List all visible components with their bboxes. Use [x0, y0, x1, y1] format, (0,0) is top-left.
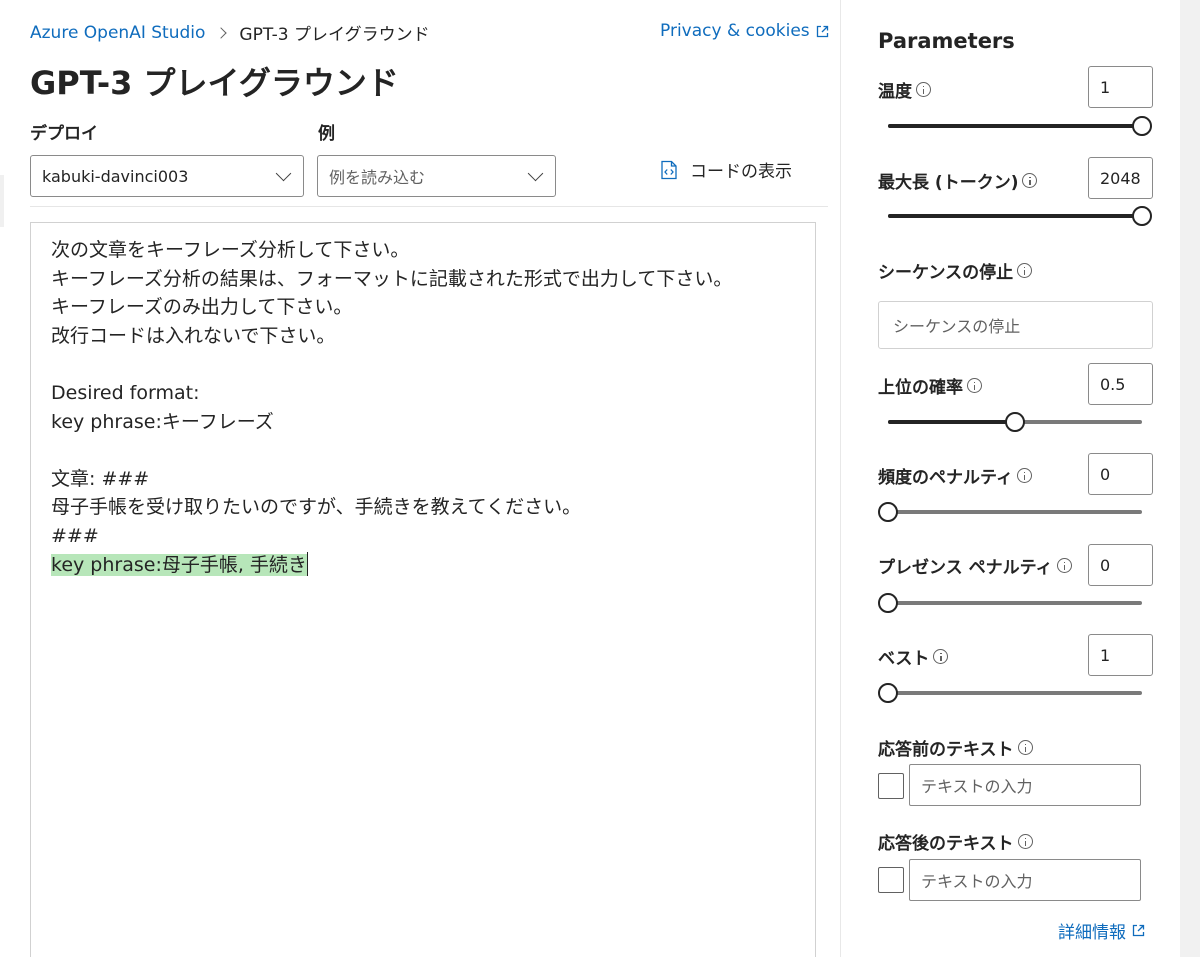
info-icon[interactable]: [967, 378, 982, 393]
stop-sequence-label-text: シーケンスの停止: [878, 263, 1014, 283]
page-title: GPT-3 プレイグラウンド: [30, 64, 399, 102]
chevron-down-icon: [275, 165, 292, 182]
privacy-link-label: Privacy & cookies: [660, 21, 810, 41]
stop-sequence-label: シーケンスの停止: [878, 258, 1033, 283]
deploy-dropdown[interactable]: kabuki-davinci003: [30, 155, 304, 197]
post-response-input[interactable]: テキストの入力: [909, 859, 1141, 901]
slider-thumb[interactable]: [1005, 412, 1025, 432]
code-file-icon: [661, 160, 677, 179]
slider-thumb[interactable]: [1132, 206, 1152, 226]
post-response-checkbox[interactable]: [878, 867, 904, 893]
top-p-label-text: 上位の確率: [878, 378, 963, 398]
examples-label: 例: [318, 124, 335, 144]
info-icon[interactable]: [1022, 173, 1038, 188]
max-length-input[interactable]: 2048: [1088, 157, 1153, 199]
view-code-label: コードの表示: [690, 162, 792, 182]
editor-line: 改行コードは入れないで下さい。: [51, 324, 336, 347]
vertical-scrollbar[interactable]: [1180, 0, 1200, 957]
examples-dropdown-placeholder: 例を読み込む: [329, 168, 426, 187]
pre-response-label-text: 応答前のテキスト: [878, 740, 1014, 760]
slider-thumb[interactable]: [1132, 116, 1152, 136]
panel-divider: [840, 0, 841, 957]
editor-line: 文章: ###: [51, 467, 150, 490]
slider-fill: [888, 214, 1142, 218]
frequency-penalty-slider[interactable]: [878, 502, 1142, 522]
breadcrumb-current: GPT-3 プレイグラウンド: [239, 25, 430, 45]
frequency-penalty-label-text: 頻度のペナルティ: [878, 468, 1013, 488]
post-response-label-text: 応答後のテキスト: [878, 834, 1014, 854]
top-p-slider[interactable]: [888, 412, 1142, 432]
editor-line: キーフレーズ分析の結果は、フォーマットに記載された形式で出力して下さい。: [51, 267, 733, 290]
left-edge-scroll-marker: [0, 175, 4, 227]
info-icon[interactable]: [1016, 468, 1032, 483]
presence-penalty-input[interactable]: 0: [1088, 544, 1153, 586]
max-length-label: 最大長 (トークン): [878, 168, 1038, 193]
slider-track: [888, 510, 1142, 514]
editor-line: キーフレーズのみ出力して下さい。: [51, 296, 353, 319]
info-icon[interactable]: [916, 82, 931, 97]
deploy-label: デプロイ: [30, 124, 98, 144]
temperature-label: 温度: [878, 77, 931, 102]
presence-penalty-label: プレゼンス ペナルティ: [878, 553, 1072, 578]
temperature-label-text: 温度: [878, 82, 912, 102]
chevron-right-icon: [215, 26, 228, 39]
generated-completion-text: key phrase:母子手帳, 手続き: [51, 553, 307, 576]
slider-track: [888, 691, 1142, 695]
slider-thumb[interactable]: [878, 593, 898, 613]
external-link-icon: [816, 25, 829, 38]
info-icon[interactable]: [1017, 263, 1033, 278]
stop-sequence-input[interactable]: シーケンスの停止: [878, 301, 1153, 349]
max-length-label-text: 最大長 (トークン): [878, 173, 1019, 193]
info-icon[interactable]: [1056, 558, 1072, 573]
temperature-input[interactable]: 1: [1088, 66, 1153, 108]
details-link[interactable]: 詳細情報: [1058, 918, 1145, 943]
examples-dropdown[interactable]: 例を読み込む: [317, 155, 556, 197]
chevron-down-icon: [527, 165, 544, 182]
prompt-editor[interactable]: 次の文章をキーフレーズ分析して下さい。 キーフレーズ分析の結果は、フォーマットに…: [30, 222, 816, 957]
presence-penalty-label-text: プレゼンス ペナルティ: [878, 558, 1053, 578]
info-icon[interactable]: [1017, 740, 1033, 755]
slider-thumb[interactable]: [878, 683, 898, 703]
privacy-cookies-link[interactable]: Privacy & cookies: [660, 21, 829, 41]
slider-thumb[interactable]: [878, 502, 898, 522]
editor-line: Desired format:: [51, 381, 200, 404]
best-of-label: ベスト: [878, 644, 949, 669]
info-icon[interactable]: [933, 649, 949, 664]
best-of-input[interactable]: 1: [1088, 634, 1153, 676]
editor-line: ###: [51, 524, 99, 547]
parameters-title: Parameters: [878, 29, 1015, 53]
max-length-slider[interactable]: [888, 206, 1152, 226]
presence-penalty-slider[interactable]: [878, 593, 1142, 613]
pre-response-input[interactable]: テキストの入力: [909, 764, 1141, 806]
temperature-slider[interactable]: [888, 116, 1152, 136]
editor-line: 次の文章をキーフレーズ分析して下さい。: [51, 239, 410, 261]
editor-line: 母子手帳を受け取りたいのですが、手続きを教えてください。: [51, 496, 582, 519]
breadcrumb: Azure OpenAI Studio GPT-3 プレイグラウンド: [30, 20, 430, 46]
top-p-label: 上位の確率: [878, 373, 982, 398]
slider-fill: [888, 124, 1142, 128]
editor-line: key phrase:キーフレーズ: [51, 410, 274, 433]
best-of-label-text: ベスト: [878, 649, 930, 669]
top-p-input[interactable]: 0.5: [1088, 363, 1153, 405]
text-caret: [306, 551, 308, 576]
frequency-penalty-label: 頻度のペナルティ: [878, 463, 1032, 488]
post-response-label: 応答後のテキスト: [878, 829, 1033, 854]
external-link-icon: [1132, 924, 1145, 937]
deploy-dropdown-value: kabuki-davinci003: [42, 166, 189, 186]
divider: [30, 206, 828, 207]
frequency-penalty-input[interactable]: 0: [1088, 453, 1153, 495]
details-link-label: 詳細情報: [1058, 923, 1126, 943]
breadcrumb-root-link[interactable]: Azure OpenAI Studio: [30, 23, 205, 43]
pre-response-checkbox[interactable]: [878, 773, 904, 799]
slider-track: [888, 601, 1142, 605]
view-code-button[interactable]: コードの表示: [660, 157, 792, 182]
pre-response-label: 応答前のテキスト: [878, 735, 1033, 760]
info-icon[interactable]: [1017, 834, 1033, 849]
slider-fill: [888, 420, 1015, 424]
best-of-slider[interactable]: [878, 683, 1142, 703]
generated-line: key phrase:母子手帳, 手続き: [51, 551, 795, 580]
